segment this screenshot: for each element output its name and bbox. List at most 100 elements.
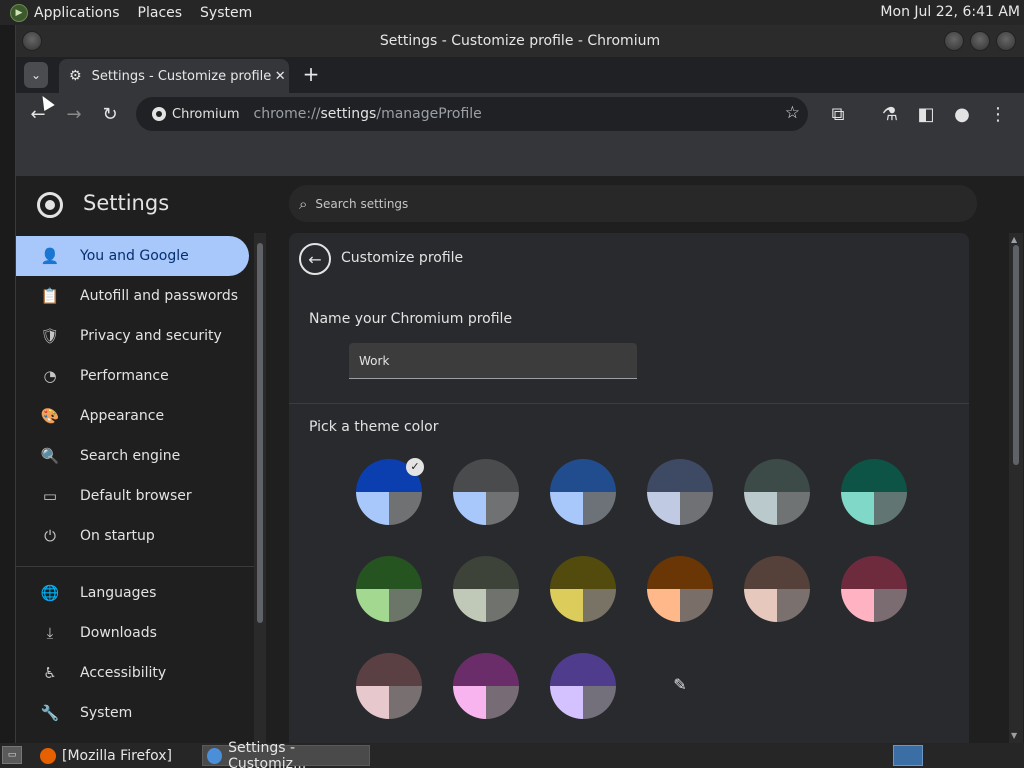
tab-close-button[interactable]: ✕	[271, 69, 289, 84]
forward-button[interactable]: →	[62, 102, 86, 126]
search-settings-field[interactable]: ⌕ Search settings	[289, 185, 977, 222]
sidebar-item-you-and-google[interactable]: 👤 You and Google	[16, 236, 249, 276]
bookmark-star-icon[interactable]: ☆	[785, 103, 800, 123]
swatch-segment	[583, 589, 616, 622]
theme-color-swatch[interactable]	[453, 653, 519, 719]
theme-color-swatch[interactable]	[356, 653, 422, 719]
side-panel-button[interactable]: ◧	[914, 102, 938, 126]
panel-clock[interactable]: Mon Jul 22, 6:41 AM	[880, 4, 1020, 20]
scroll-down-icon[interactable]: ▼	[1011, 731, 1017, 740]
sidebar-scrollbar[interactable]	[254, 233, 266, 743]
speedometer-icon: ◔	[43, 367, 57, 385]
custom-color-eyedropper-icon[interactable]: ✎	[665, 670, 695, 700]
window-close-button[interactable]	[996, 31, 1016, 51]
theme-color-swatch[interactable]	[356, 556, 422, 622]
sidebar-item-privacy-and-security[interactable]: 🛡 Privacy and security	[16, 316, 249, 356]
url-text[interactable]: chrome://settings/manageProfile	[254, 106, 482, 122]
taskbar-item-label: Settings - Customiz...	[228, 739, 307, 768]
theme-color-swatch[interactable]	[550, 459, 616, 525]
sidebar-item-search-engine[interactable]: 🔍 Search engine	[16, 436, 249, 476]
main-scrollbar[interactable]: ▲ ▼	[1009, 233, 1023, 743]
swatch-segment	[744, 459, 810, 492]
search-settings-placeholder: Search settings	[315, 196, 409, 211]
browser-window: Settings - Customize profile - Chromium …	[15, 25, 1024, 743]
search-icon: ⌕	[299, 194, 308, 213]
menu-applications[interactable]: Applications	[34, 5, 120, 21]
swatch-segment	[744, 589, 777, 622]
sidebar-item-label: Search engine	[80, 448, 181, 464]
menu-system[interactable]: System	[200, 5, 252, 21]
swatch-segment	[486, 686, 519, 719]
new-tab-button[interactable]: +	[299, 63, 323, 87]
swatch-segment	[550, 556, 616, 589]
browser-menu-button[interactable]: ⋮	[986, 102, 1010, 126]
swatch-segment	[841, 492, 874, 525]
theme-color-swatch[interactable]	[550, 556, 616, 622]
sidebar-scroll-thumb[interactable]	[257, 243, 263, 623]
theme-color-swatch[interactable]	[841, 556, 907, 622]
tab-search-button[interactable]: ⌄	[24, 62, 48, 88]
show-desktop-icon[interactable]: ▭	[2, 746, 22, 764]
sidebar-item-languages[interactable]: 🌐 Languages	[16, 573, 249, 613]
swatch-segment	[841, 589, 874, 622]
swatch-segment	[389, 589, 422, 622]
accessibility-icon: ♿	[43, 664, 57, 682]
sidebar-item-downloads[interactable]: ⤓ Downloads	[16, 613, 249, 653]
swatch-segment	[356, 556, 422, 589]
reload-button[interactable]: ↻	[98, 102, 122, 126]
swatch-segment	[777, 492, 810, 525]
menu-places[interactable]: Places	[138, 5, 183, 21]
theme-color-swatch[interactable]	[647, 556, 713, 622]
sidebar-item-autofill-and-passwords[interactable]: 📋 Autofill and passwords	[16, 276, 249, 316]
window-menu-button[interactable]	[22, 31, 42, 51]
sidebar-item-appearance[interactable]: 🎨 Appearance	[16, 396, 249, 436]
theme-color-swatch[interactable]	[647, 459, 713, 525]
arrow-right-icon: →	[66, 103, 82, 125]
main-scroll-thumb[interactable]	[1013, 245, 1019, 465]
back-arrow-button[interactable]: ←	[299, 243, 331, 275]
address-bar[interactable]: Chromium chrome://settings/manageProfile…	[136, 97, 808, 131]
swatch-segment	[356, 653, 422, 686]
swatch-segment	[647, 589, 680, 622]
taskbar-item-firefox[interactable]: [Mozilla Firefox]	[36, 745, 196, 766]
swatch-segment	[389, 686, 422, 719]
swatch-segment	[453, 459, 519, 492]
taskbar-item-chromium[interactable]: Settings - Customiz...	[202, 740, 370, 768]
window-maximize-button[interactable]	[970, 31, 990, 51]
customize-profile-card: ← Customize profile Name your Chromium p…	[289, 233, 969, 743]
gear-icon: ⚙	[69, 68, 82, 84]
sidebar-item-accessibility[interactable]: ♿ Accessibility	[16, 653, 249, 693]
sidebar-item-performance[interactable]: ◔ Performance	[16, 356, 249, 396]
sidebar-item-on-startup[interactable]: ⏻ On startup	[16, 516, 249, 556]
profile-name-input[interactable]	[349, 343, 637, 379]
distro-logo-icon[interactable]: ▶	[10, 3, 28, 22]
theme-color-swatch[interactable]	[453, 556, 519, 622]
theme-color-swatch[interactable]	[744, 556, 810, 622]
labs-button[interactable]: ⚗	[878, 102, 902, 126]
tab-settings[interactable]: ⚙ Settings - Customize profile ✕	[59, 59, 289, 93]
theme-color-swatch[interactable]	[550, 653, 616, 719]
tray-chromium-icon[interactable]	[893, 745, 923, 766]
swatch-segment	[744, 492, 777, 525]
window-minimize-button[interactable]	[944, 31, 964, 51]
extensions-button[interactable]: ⧉	[826, 102, 850, 126]
power-icon: ⏻	[44, 527, 56, 545]
sidebar-item-default-browser[interactable]: ▭ Default browser	[16, 476, 249, 516]
browser-toolbar: ← → ↻ Chromium chrome://settings/manageP…	[16, 93, 1024, 135]
url-scheme: chrome://	[253, 106, 321, 122]
swatch-segment	[680, 589, 713, 622]
theme-color-swatch[interactable]	[453, 459, 519, 525]
swatch-segment	[486, 492, 519, 525]
theme-color-swatch[interactable]	[841, 459, 907, 525]
site-info-chip[interactable]: Chromium	[144, 101, 248, 127]
sidebar-item-label: Languages	[80, 585, 157, 601]
scroll-up-icon[interactable]: ▲	[1011, 235, 1017, 244]
window-titlebar[interactable]: Settings - Customize profile - Chromium	[16, 25, 1024, 57]
theme-color-swatch[interactable]	[744, 459, 810, 525]
swatch-segment	[453, 653, 519, 686]
profile-button[interactable]: ●	[950, 102, 974, 126]
swatch-segment	[453, 686, 486, 719]
wrench-icon: 🔧	[40, 704, 60, 722]
sidebar-item-system[interactable]: 🔧 System	[16, 693, 249, 733]
sidebar-item-label: Autofill and passwords	[80, 288, 239, 304]
